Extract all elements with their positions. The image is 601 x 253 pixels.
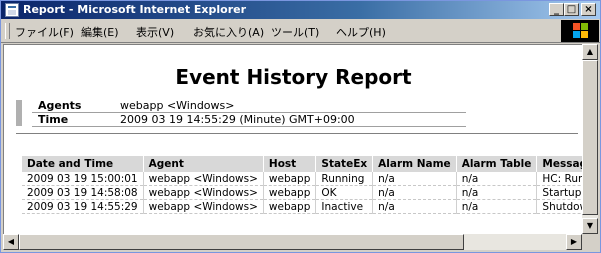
- section-separator: [16, 133, 578, 134]
- close-button[interactable]: ×: [581, 3, 596, 16]
- vertical-scroll-thumb[interactable]: [582, 60, 598, 215]
- scrollbar-corner: [582, 234, 598, 250]
- cell-alarm-name: n/a: [372, 172, 457, 186]
- cell-agent: webapp <Windows>: [143, 185, 264, 200]
- menu-edit[interactable]: 編集(E): [81, 24, 119, 40]
- horizontal-scroll-thumb[interactable]: [19, 234, 464, 250]
- cell-host: webapp: [263, 199, 317, 214]
- title-bar[interactable]: Report - Microsoft Internet Explorer _ □…: [1, 1, 600, 19]
- column-header-alarm-table: Alarm Table: [456, 156, 538, 172]
- cell-alarm-table: n/a: [456, 199, 538, 214]
- table-row: 2009 03 19 14:58:08 webapp <Windows> web…: [22, 185, 583, 200]
- menu-favorites[interactable]: お気に入り(A): [193, 24, 264, 40]
- table-row: 2009 03 19 14:55:29 webapp <Windows> web…: [22, 199, 583, 214]
- ie-page-icon: [5, 3, 19, 17]
- scroll-up-button[interactable]: ▲: [582, 44, 598, 60]
- browser-window: Report - Microsoft Internet Explorer _ □…: [0, 0, 601, 253]
- report-title: Event History Report: [175, 65, 412, 89]
- toolbar-grip[interactable]: [5, 23, 10, 39]
- cell-agent: webapp <Windows>: [143, 199, 264, 214]
- table-row: 2009 03 19 15:00:01 webapp <Windows> web…: [22, 172, 583, 186]
- menu-help[interactable]: ヘルプ(H): [336, 24, 386, 40]
- scroll-down-button[interactable]: ▼: [582, 218, 598, 234]
- column-header-date-time: Date and Time: [22, 156, 144, 172]
- time-value: 2009 03 19 14:55:29 (Minute) GMT+09:00: [120, 113, 355, 126]
- cell-message: Startup: [536, 185, 583, 200]
- cell-message: HC: Runnin: [536, 172, 583, 186]
- windows-flag-icon: [573, 23, 589, 39]
- agents-label: Agents: [38, 99, 82, 112]
- horizontal-scrollbar[interactable]: ◀ ▶: [3, 234, 582, 250]
- column-header-message: Message: [536, 156, 583, 172]
- cell-stateex: Inactive: [315, 199, 374, 214]
- vertical-scrollbar[interactable]: ▲ ▼: [582, 44, 598, 234]
- cell-alarm-name: n/a: [372, 199, 457, 214]
- cell-alarm-table: n/a: [456, 172, 538, 186]
- minimize-button[interactable]: _: [549, 3, 564, 16]
- info-divider-bottom: [32, 126, 466, 127]
- column-header-stateex: StateEx: [315, 156, 374, 172]
- cell-date-time: 2009 03 19 14:55:29: [22, 199, 144, 214]
- cell-alarm-name: n/a: [372, 185, 457, 200]
- menu-file[interactable]: ファイル(F): [15, 24, 74, 40]
- column-header-agent: Agent: [143, 156, 264, 172]
- cell-host: webapp: [263, 172, 317, 186]
- event-table: Date and Time Agent Host StateEx Alarm N…: [22, 156, 583, 214]
- table-header-row: Date and Time Agent Host StateEx Alarm N…: [22, 156, 583, 172]
- cell-message: Shutdown: [536, 199, 583, 214]
- window-title: Report - Microsoft Internet Explorer: [23, 3, 247, 16]
- maximize-button[interactable]: □: [564, 3, 579, 16]
- cell-alarm-table: n/a: [456, 185, 538, 200]
- cell-date-time: 2009 03 19 14:58:08: [22, 185, 144, 200]
- scroll-left-button[interactable]: ◀: [3, 234, 19, 250]
- column-header-alarm-name: Alarm Name: [372, 156, 457, 172]
- column-header-host: Host: [263, 156, 317, 172]
- cell-date-time: 2009 03 19 15:00:01: [22, 172, 144, 186]
- info-accent-bar: [16, 100, 22, 126]
- cell-stateex: OK: [315, 185, 374, 200]
- page-content: Event History Report Agents webapp <Wind…: [3, 44, 583, 235]
- menu-view[interactable]: 表示(V): [136, 24, 174, 40]
- scroll-right-button[interactable]: ▶: [566, 234, 582, 250]
- cell-stateex: Running: [315, 172, 374, 186]
- menu-tools[interactable]: ツール(T): [271, 24, 319, 40]
- cell-agent: webapp <Windows>: [143, 172, 264, 186]
- agents-value: webapp <Windows>: [120, 99, 235, 112]
- time-label: Time: [38, 113, 69, 126]
- menu-bar: ファイル(F) 編集(E) 表示(V) お気に入り(A) ツール(T) ヘルプ(…: [1, 20, 600, 43]
- cell-host: webapp: [263, 185, 317, 200]
